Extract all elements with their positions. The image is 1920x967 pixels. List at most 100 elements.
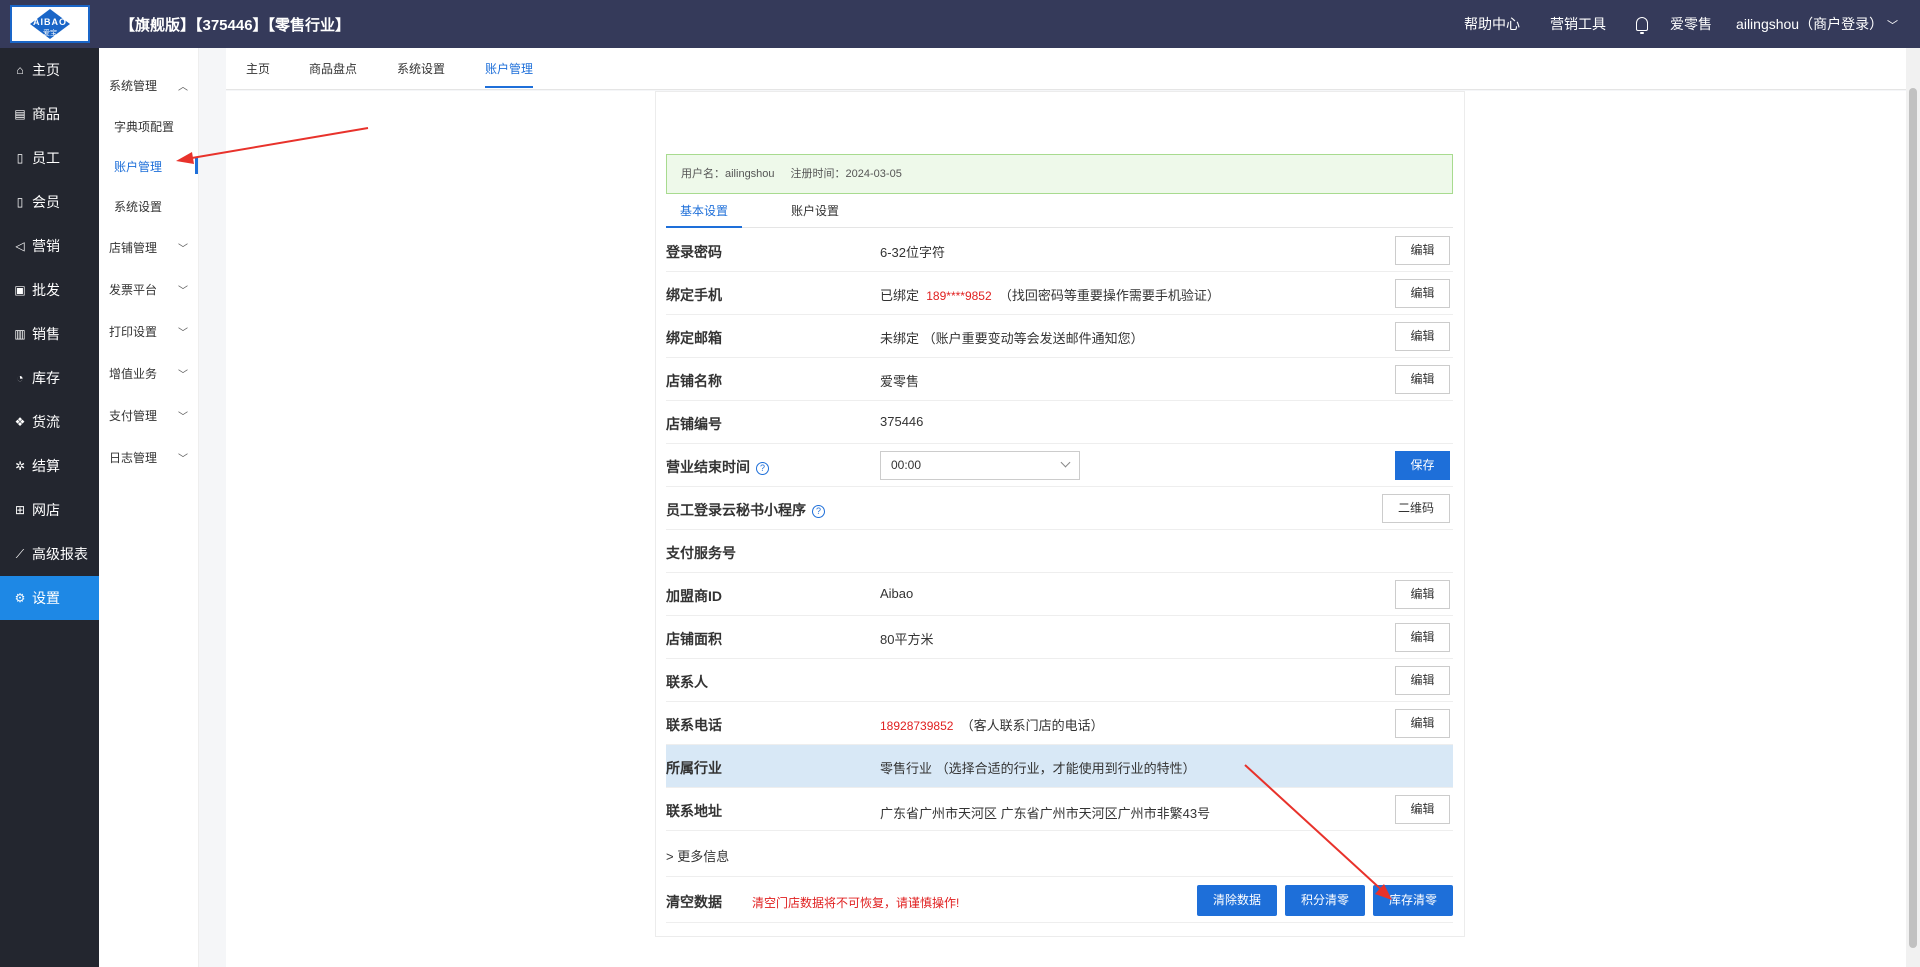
clear-data-row: 清空数据 清空门店数据将不可恢复，请谨慎操作! 清除数据 积分清零 库存清零 xyxy=(666,877,1453,923)
sidebar-item-settings[interactable]: ⚙ 设置 xyxy=(0,576,99,620)
settings-row-address: 联系地址 广东省广州市天河区 广东省广州市天河区广州市非繁43号 编辑 xyxy=(666,788,1453,831)
subnav-group-log[interactable]: 日志管理 ﹀ xyxy=(99,436,198,478)
account-menu[interactable]: ailingshou（商户登录） ﹀ xyxy=(1736,14,1898,34)
sidebar-item-member[interactable]: ▯ 会员 xyxy=(0,180,99,224)
chevron-down-icon: ﹀ xyxy=(178,243,188,255)
logo-text: AIBAO xyxy=(33,17,67,27)
row-value: 广东省广州市天河区 广东省广州市天河区广州市非繁43号 xyxy=(880,806,1211,821)
sidebar-item-goods[interactable]: ▤ 商品 xyxy=(0,92,99,136)
settings-row-contact-phone: 联系电话 18928739852 （客人联系门店的电话） 编辑 xyxy=(666,702,1453,745)
register-time-text: 注册时间：2024-03-05 xyxy=(790,168,902,180)
subnav-item-dictionary[interactable]: 字典项配置 xyxy=(99,106,198,146)
edit-franchise-button[interactable]: 编辑 xyxy=(1395,580,1450,609)
subnav-item-system-settings[interactable]: 系统设置 xyxy=(99,186,198,226)
panel-tabs: 基本设置 账户设置 xyxy=(666,196,1453,228)
row-label: 联系地址 xyxy=(666,803,722,819)
save-close-time-button[interactable]: 保存 xyxy=(1395,451,1450,480)
sidebar-item-logistics[interactable]: ❖ 货流 xyxy=(0,400,99,444)
sidebar-item-marketing[interactable]: ◁ 营销 xyxy=(0,224,99,268)
settings-row-store-name: 店铺名称 爱零售 编辑 xyxy=(666,358,1453,401)
tab-basic-settings[interactable]: 基本设置 xyxy=(666,196,743,228)
chevron-down-icon: ﹀ xyxy=(1887,20,1898,32)
subnav-group-label: 系统管理 xyxy=(109,78,158,93)
logistics-icon: ❖ xyxy=(14,415,26,429)
row-label: 支付服务号 xyxy=(666,545,736,561)
tab-system-settings[interactable]: 系统设置 xyxy=(397,48,445,90)
subnav-item-account[interactable]: 账户管理 xyxy=(99,146,198,186)
edit-area-button[interactable]: 编辑 xyxy=(1395,623,1450,652)
report-icon: ⟋ xyxy=(15,546,25,561)
settings-row-email: 绑定邮箱 未绑定 （账户重要变动等会发送邮件通知您） 编辑 xyxy=(666,315,1453,358)
aibao-logo[interactable]: AIBAO 爱宝 xyxy=(10,5,90,43)
tab-account-management[interactable]: 账户管理 xyxy=(485,48,534,90)
clear-points-button[interactable]: 积分清零 xyxy=(1285,885,1365,916)
edit-contact-phone-button[interactable]: 编辑 xyxy=(1395,709,1450,738)
row-label: 店铺编号 xyxy=(666,416,722,432)
sidebar-item-home[interactable]: ⌂ 主页 xyxy=(0,48,99,92)
row-label-text: 员工登录云秘书小程序 xyxy=(666,502,806,518)
sidebar-item-inventory[interactable]: ◔ 库存 xyxy=(0,356,99,400)
settings-row-franchise: 加盟商ID Aibao 编辑 xyxy=(666,573,1453,616)
help-center-link[interactable]: 帮助中心 xyxy=(1464,14,1520,34)
username-text: 用户名：ailingshou xyxy=(681,168,775,180)
sidebar-item-wholesale[interactable]: ▣ 批发 xyxy=(0,268,99,312)
bell-icon[interactable] xyxy=(1636,17,1649,34)
settings-row-password: 登录密码 6-32位字符 编辑 xyxy=(666,229,1453,272)
sidebar-item-label: 高级报表 xyxy=(32,546,88,562)
row-value: 爱零售 xyxy=(880,374,920,389)
row-label: 绑定手机 xyxy=(666,287,722,303)
sidebar-item-label: 库存 xyxy=(32,370,60,386)
edit-password-button[interactable]: 编辑 xyxy=(1395,236,1450,265)
phone-number: 189****9852 xyxy=(926,289,992,303)
subnav-group-invoice[interactable]: 发票平台 ﹀ xyxy=(99,268,198,310)
sidebar-item-label: 设置 xyxy=(32,590,60,606)
edit-contact-button[interactable]: 编辑 xyxy=(1395,666,1450,695)
sidebar-item-staff[interactable]: ▯ 员工 xyxy=(0,136,99,180)
tab-account-settings[interactable]: 账户设置 xyxy=(791,196,839,228)
subnav-group-label: 支付管理 xyxy=(109,408,158,423)
settings-row-industry: 所属行业 零售行业 （选择合适的行业，才能使用到行业的特性） xyxy=(666,745,1453,788)
close-time-select[interactable]: 00:00 xyxy=(880,451,1080,480)
subnav-group-store[interactable]: 店铺管理 ﹀ xyxy=(99,226,198,268)
tab-home[interactable]: 主页 xyxy=(246,48,270,90)
settings-row-store-id: 店铺编号 375446 xyxy=(666,401,1453,444)
more-info-label: > 更多信息 xyxy=(666,849,730,864)
tab-stocktake[interactable]: 商品盘点 xyxy=(309,48,357,90)
chevron-up-icon: ︿ xyxy=(178,81,188,93)
page-scrollbar[interactable] xyxy=(1906,48,1920,967)
sidebar-item-sales[interactable]: ▥ 销售 xyxy=(0,312,99,356)
sidebar-item-label: 营销 xyxy=(32,238,60,254)
edit-store-name-button[interactable]: 编辑 xyxy=(1395,365,1450,394)
sidebar-item-report[interactable]: ⟋ 高级报表 xyxy=(0,532,99,576)
subnav-group-payment[interactable]: 支付管理 ﹀ xyxy=(99,394,198,436)
qrcode-button[interactable]: 二维码 xyxy=(1382,494,1450,523)
settings-row-area: 店铺面积 80平方米 编辑 xyxy=(666,616,1453,659)
shop-name-link[interactable]: 爱零售 xyxy=(1670,14,1712,34)
subnav-item-label: 系统设置 xyxy=(114,199,163,214)
row-label: 联系人 xyxy=(666,674,708,690)
staff-icon: ▯ xyxy=(16,151,24,165)
clear-inventory-button[interactable]: 库存清零 xyxy=(1373,885,1453,916)
scrollbar-thumb[interactable] xyxy=(1909,88,1917,948)
marketing-tools-link[interactable]: 营销工具 xyxy=(1550,14,1606,34)
help-icon[interactable]: ? xyxy=(812,505,825,518)
contact-phone-note: （客人联系门店的电话） xyxy=(960,718,1104,733)
subnav-group-value-added[interactable]: 增值业务 ﹀ xyxy=(99,352,198,394)
more-info-toggle[interactable]: > 更多信息 xyxy=(666,831,1453,877)
row-value: 80平方米 xyxy=(880,632,934,647)
sidebar-item-shop[interactable]: ⊞ 网店 xyxy=(0,488,99,532)
chevron-down-icon: ﹀ xyxy=(178,327,188,339)
edit-email-button[interactable]: 编辑 xyxy=(1395,322,1450,351)
subnav-group-system[interactable]: 系统管理 ︿ xyxy=(99,64,198,106)
subnav-group-print[interactable]: 打印设置 ﹀ xyxy=(99,310,198,352)
edit-address-button[interactable]: 编辑 xyxy=(1395,795,1450,824)
clear-data-button[interactable]: 清除数据 xyxy=(1197,885,1277,916)
sales-chart-icon: ▥ xyxy=(14,327,26,341)
help-icon[interactable]: ? xyxy=(756,462,769,475)
phone-status: 已绑定 xyxy=(880,288,920,303)
subnav-item-label: 账户管理 xyxy=(114,159,163,174)
subnav-group-label: 打印设置 xyxy=(109,324,158,339)
contact-phone-number: 18928739852 xyxy=(880,719,954,733)
edit-phone-button[interactable]: 编辑 xyxy=(1395,279,1450,308)
sidebar-item-settlement[interactable]: ✲ 结算 xyxy=(0,444,99,488)
